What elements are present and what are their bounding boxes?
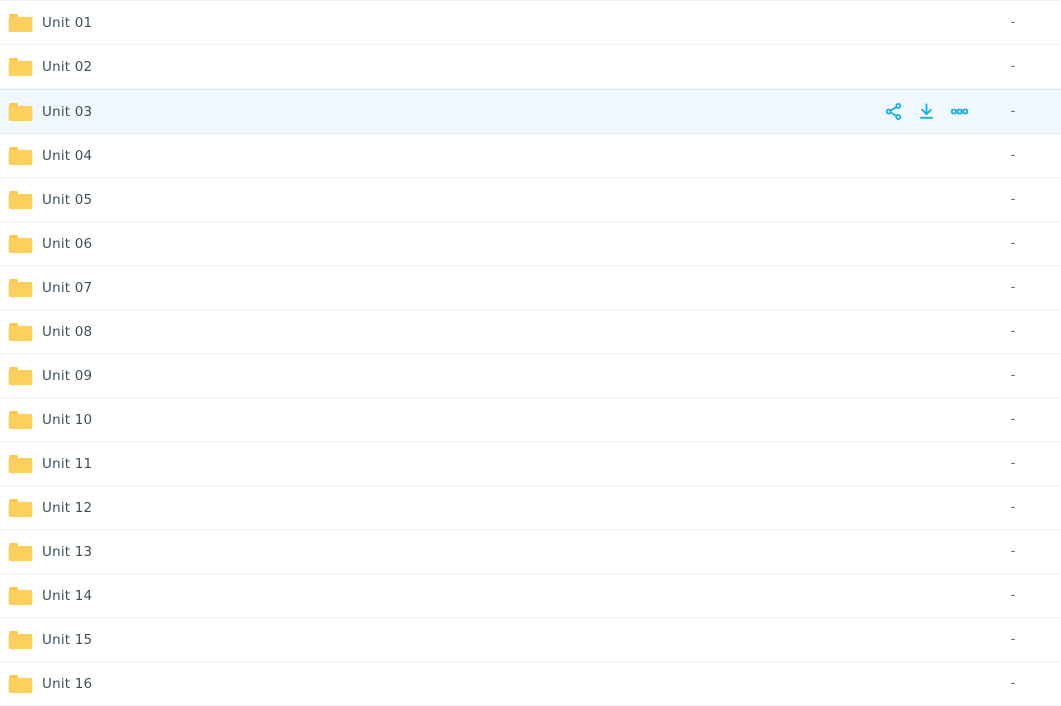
file-icon-cell	[0, 278, 42, 298]
file-size: -	[1010, 236, 1016, 251]
folder-icon	[8, 190, 33, 210]
file-size: -	[1010, 368, 1016, 383]
file-row[interactable]: Unit 11 -	[0, 442, 1061, 486]
folder-icon	[8, 410, 33, 430]
file-icon-cell	[0, 234, 42, 254]
file-row[interactable]: Unit 09 -	[0, 354, 1061, 398]
row-actions	[884, 102, 969, 121]
folder-icon	[8, 542, 33, 562]
file-icon-cell	[0, 146, 42, 166]
file-icon-cell	[0, 57, 42, 77]
file-name[interactable]: Unit 16	[42, 676, 884, 692]
folder-icon	[8, 146, 33, 166]
file-name[interactable]: Unit 12	[42, 500, 884, 516]
folder-icon	[8, 454, 33, 474]
file-icon-cell	[0, 630, 42, 650]
file-name[interactable]: Unit 10	[42, 412, 884, 428]
file-icon-cell	[0, 542, 42, 562]
folder-icon	[8, 322, 33, 342]
file-icon-cell	[0, 190, 42, 210]
more-options-icon[interactable]	[950, 102, 969, 121]
file-name[interactable]: Unit 15	[42, 632, 884, 648]
file-size: -	[1010, 104, 1016, 119]
file-row[interactable]: Unit 10 -	[0, 398, 1061, 442]
file-row[interactable]: Unit 07 -	[0, 266, 1061, 310]
file-size: -	[1010, 280, 1016, 295]
file-row[interactable]: Unit 01 -	[0, 1, 1061, 45]
file-name[interactable]: Unit 02	[42, 59, 884, 75]
file-name[interactable]: Unit 05	[42, 192, 884, 208]
file-size: -	[1010, 15, 1016, 30]
file-size: -	[1010, 59, 1016, 74]
file-row[interactable]: Unit 04 -	[0, 134, 1061, 178]
file-name[interactable]: Unit 01	[42, 15, 884, 31]
folder-icon	[8, 630, 33, 650]
file-size: -	[1010, 192, 1016, 207]
file-row[interactable]: Unit 12 -	[0, 486, 1061, 530]
file-name[interactable]: Unit 06	[42, 236, 884, 252]
folder-icon	[8, 366, 33, 386]
file-size: -	[1010, 324, 1016, 339]
folder-icon	[8, 234, 33, 254]
file-name[interactable]: Unit 09	[42, 368, 884, 384]
file-name[interactable]: Unit 11	[42, 456, 884, 472]
file-row[interactable]: Unit 13 -	[0, 530, 1061, 574]
file-icon-cell	[0, 454, 42, 474]
folder-icon	[8, 498, 33, 518]
share-icon[interactable]	[884, 102, 903, 121]
file-icon-cell	[0, 102, 42, 122]
folder-icon	[8, 13, 33, 33]
file-icon-cell	[0, 410, 42, 430]
file-size: -	[1010, 412, 1016, 427]
file-row[interactable]: Unit 03 -	[0, 89, 1061, 134]
file-size: -	[1010, 588, 1016, 603]
folder-icon	[8, 102, 33, 122]
download-icon[interactable]	[917, 102, 936, 121]
file-name[interactable]: Unit 08	[42, 324, 884, 340]
file-name[interactable]: Unit 14	[42, 588, 884, 604]
file-size: -	[1010, 544, 1016, 559]
file-icon-cell	[0, 498, 42, 518]
file-icon-cell	[0, 366, 42, 386]
file-name[interactable]: Unit 07	[42, 280, 884, 296]
file-size: -	[1010, 632, 1016, 647]
file-row[interactable]: Unit 16 -	[0, 662, 1061, 706]
file-size: -	[1010, 676, 1016, 691]
file-icon-cell	[0, 13, 42, 33]
file-name[interactable]: Unit 13	[42, 544, 884, 560]
file-icon-cell	[0, 674, 42, 694]
file-row[interactable]: Unit 15 -	[0, 618, 1061, 662]
file-row[interactable]: Unit 08 -	[0, 310, 1061, 354]
folder-icon	[8, 278, 33, 298]
file-name[interactable]: Unit 04	[42, 148, 884, 164]
folder-icon	[8, 674, 33, 694]
file-row[interactable]: Unit 14 -	[0, 574, 1061, 618]
file-row[interactable]: Unit 02 -	[0, 45, 1061, 89]
file-size: -	[1010, 148, 1016, 163]
file-row[interactable]: Unit 06 -	[0, 222, 1061, 266]
file-row[interactable]: Unit 05 -	[0, 178, 1061, 222]
file-name[interactable]: Unit 03	[42, 104, 884, 120]
file-icon-cell	[0, 586, 42, 606]
folder-icon	[8, 57, 33, 77]
file-size: -	[1010, 456, 1016, 471]
file-icon-cell	[0, 322, 42, 342]
folder-icon	[8, 586, 33, 606]
file-list: Unit 01 - Unit 02 - Unit 03 - Unit 04 - …	[0, 0, 1061, 706]
file-size: -	[1010, 500, 1016, 515]
